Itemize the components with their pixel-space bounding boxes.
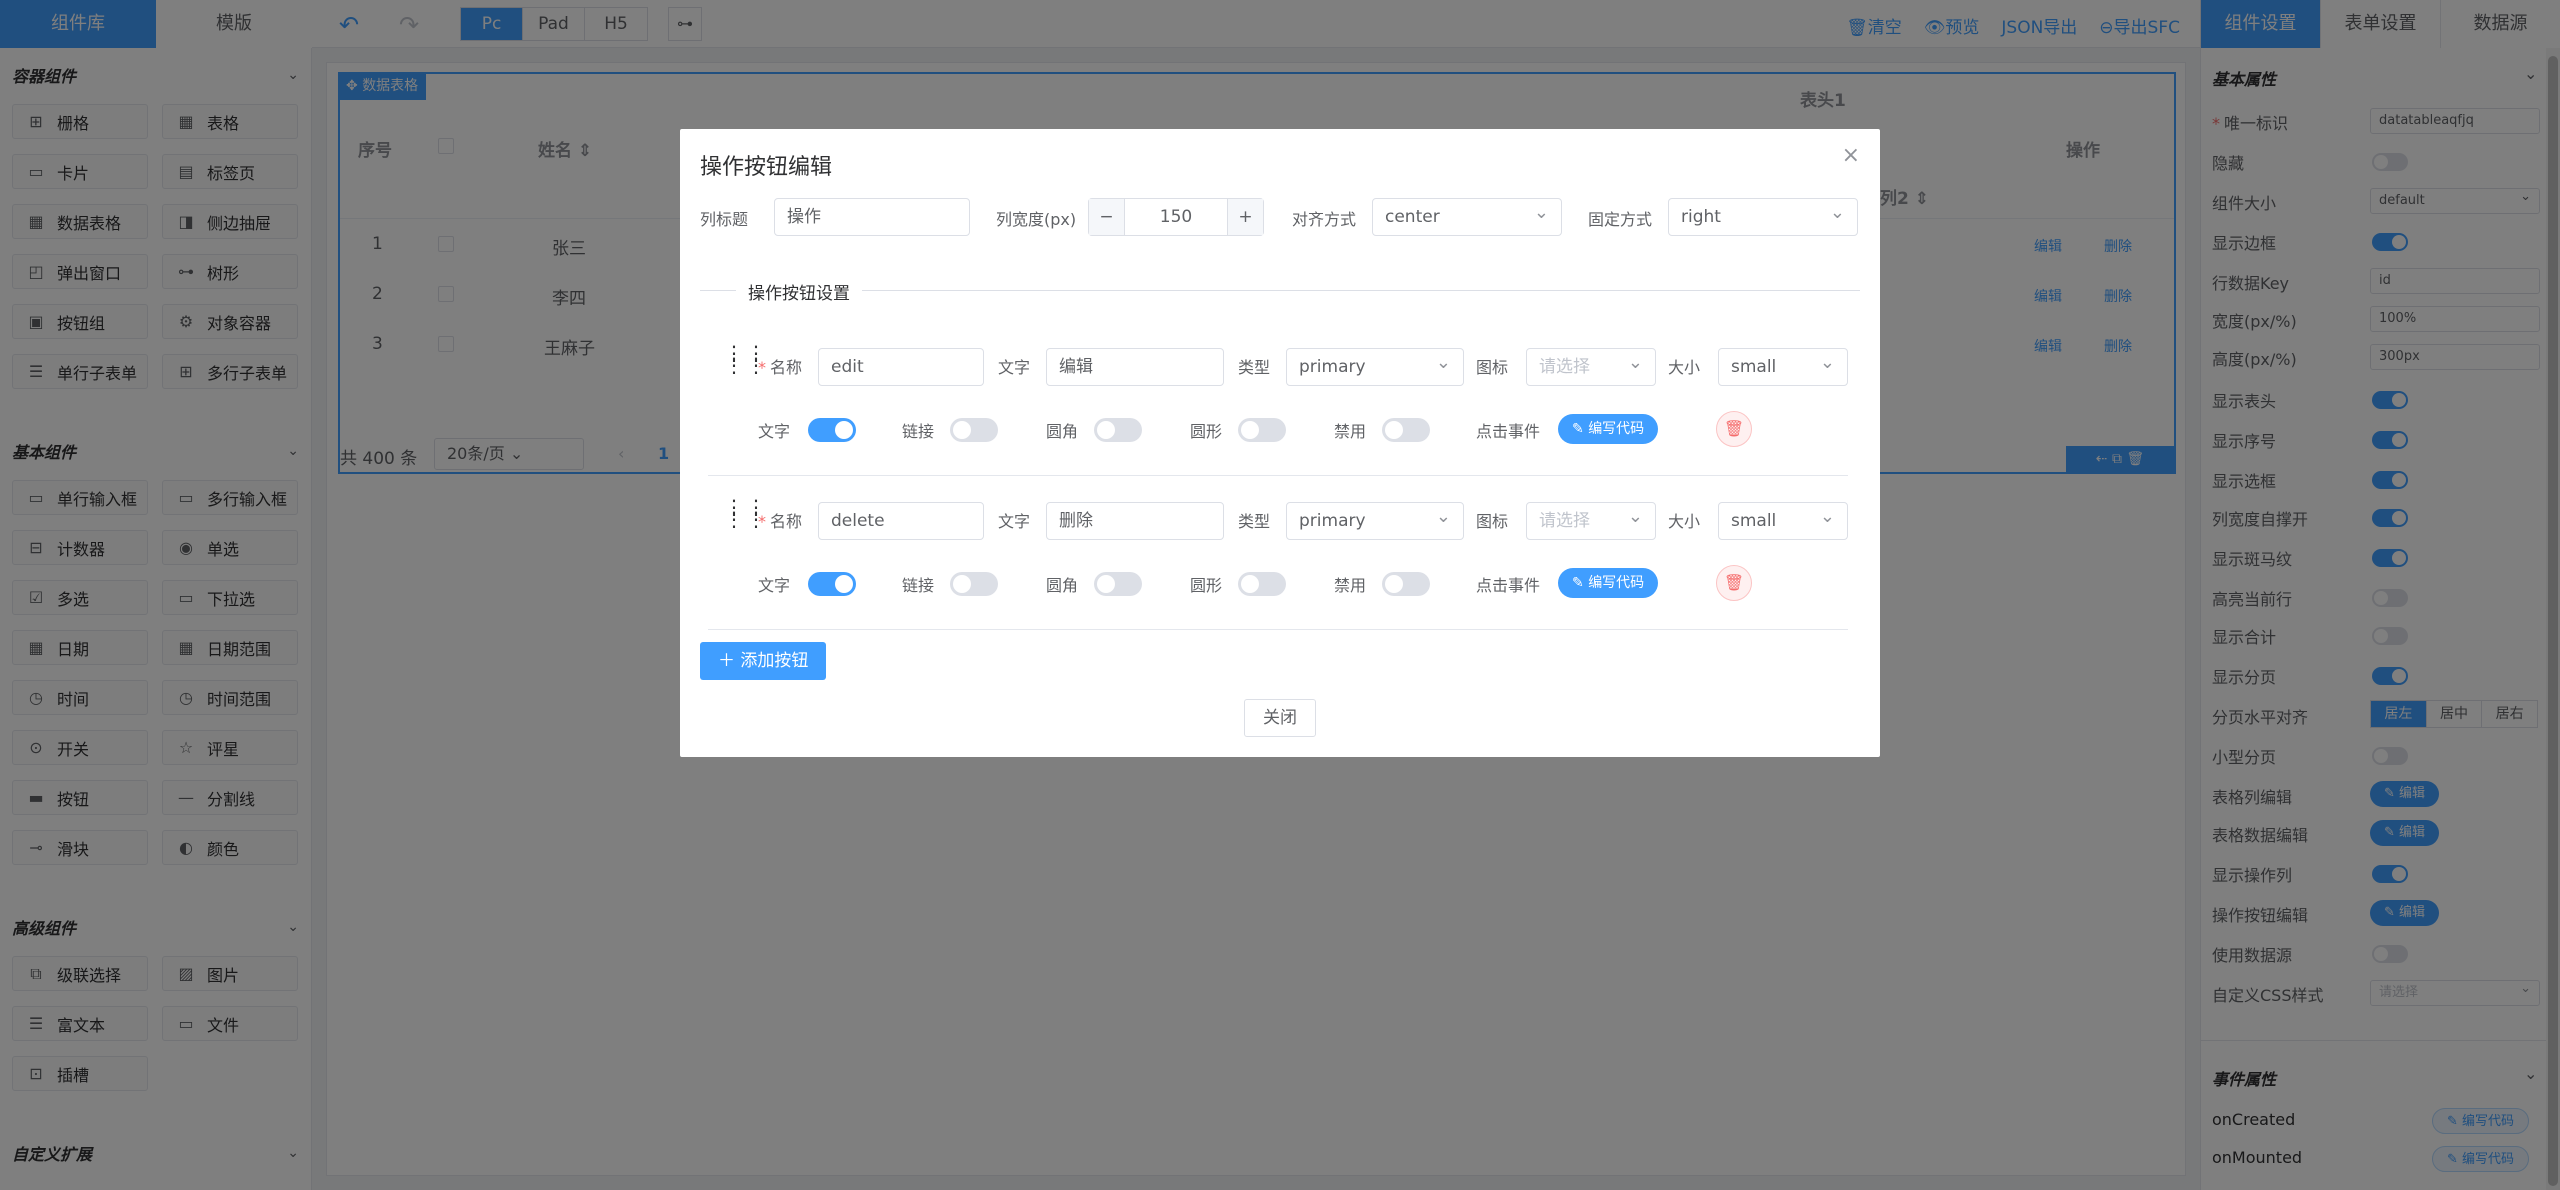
edit-icon: ✎	[1572, 575, 1589, 591]
button-size-select[interactable]: small	[1718, 499, 1848, 540]
write-code-button[interactable]: ✎ 编写代码	[1558, 414, 1659, 444]
drag-handle-icon[interactable]: ⋮⋮ ⋮⋮	[724, 497, 766, 541]
type-label: 类型	[1238, 512, 1271, 531]
button-icon-select[interactable]: 请选择	[1526, 345, 1656, 386]
close-icon[interactable]: ×	[1842, 143, 1860, 168]
align-label: 对齐方式	[1292, 210, 1357, 229]
action-buttons-dialog: 操作按钮编辑 × 列标题 操作 列宽度(px) − 150 + 对齐方式 cen…	[680, 129, 1880, 757]
click-event-label: 点击事件	[1476, 422, 1541, 441]
row-divider	[708, 629, 1848, 630]
text-label: 文字	[998, 358, 1031, 377]
disabled-label: 禁用	[1334, 422, 1367, 441]
add-button[interactable]: ＋ 添加按钮	[700, 642, 827, 680]
button-type-select[interactable]: primary	[1286, 499, 1464, 540]
round-switch[interactable]	[1094, 418, 1142, 442]
link-label: 链接	[902, 422, 935, 441]
button-text-input[interactable]: 编辑	[1046, 348, 1224, 386]
circle-switch[interactable]	[1238, 418, 1286, 442]
button-type-select[interactable]: primary	[1286, 345, 1464, 386]
button-text-input[interactable]: 删除	[1046, 502, 1224, 540]
name-label: * 名称	[758, 358, 803, 377]
column-title-label: 列标题	[700, 210, 749, 229]
delete-button[interactable]: 🗑	[1716, 565, 1752, 601]
column-title-input[interactable]: 操作	[774, 198, 970, 236]
decrease-button[interactable]: −	[1089, 199, 1125, 235]
drag-handle-icon[interactable]: ⋮⋮ ⋮⋮	[724, 343, 766, 387]
click-event-label: 点击事件	[1476, 576, 1541, 595]
link-switch[interactable]	[950, 418, 998, 442]
icon-label: 图标	[1476, 512, 1509, 531]
link-switch[interactable]	[950, 572, 998, 596]
round-label: 圆角	[1046, 576, 1079, 595]
type-label: 类型	[1238, 358, 1271, 377]
button-size-select[interactable]: small	[1718, 345, 1848, 386]
round-switch[interactable]	[1094, 572, 1142, 596]
button-name-input[interactable]: delete	[818, 502, 984, 540]
circle-switch[interactable]	[1238, 572, 1286, 596]
increase-button[interactable]: +	[1227, 199, 1263, 235]
name-label: * 名称	[758, 512, 803, 531]
trash-icon: 🗑	[1723, 573, 1745, 592]
text-switch-label: 文字	[758, 576, 791, 595]
link-label: 链接	[902, 576, 935, 595]
circle-label: 圆形	[1190, 422, 1223, 441]
size-label: 大小	[1668, 358, 1701, 377]
round-label: 圆角	[1046, 422, 1079, 441]
fixed-label: 固定方式	[1588, 210, 1653, 229]
delete-button[interactable]: 🗑	[1716, 411, 1752, 447]
plus-icon: ＋	[718, 651, 741, 671]
write-code-button[interactable]: ✎ 编写代码	[1558, 568, 1659, 598]
disabled-switch[interactable]	[1382, 572, 1430, 596]
text-switch[interactable]	[808, 418, 856, 442]
button-icon-select[interactable]: 请选择	[1526, 499, 1656, 540]
row-divider	[708, 475, 1848, 476]
column-width-label: 列宽度(px)	[996, 210, 1077, 229]
disabled-switch[interactable]	[1382, 418, 1430, 442]
dialog-title: 操作按钮编辑	[700, 155, 833, 180]
text-label: 文字	[998, 512, 1031, 531]
text-switch-label: 文字	[758, 422, 791, 441]
close-button[interactable]: 关闭	[1244, 699, 1316, 737]
size-label: 大小	[1668, 512, 1701, 531]
edit-icon: ✎	[1572, 421, 1589, 437]
settings-divider	[700, 290, 1860, 291]
trash-icon: 🗑	[1723, 419, 1745, 438]
fixed-select[interactable]: right	[1668, 195, 1858, 236]
disabled-label: 禁用	[1334, 576, 1367, 595]
align-select[interactable]: center	[1372, 195, 1562, 236]
button-name-input[interactable]: edit	[818, 348, 984, 386]
circle-label: 圆形	[1190, 576, 1223, 595]
divider-text: 操作按钮设置	[736, 279, 862, 304]
column-width-stepper[interactable]: − 150 +	[1088, 198, 1264, 236]
text-switch[interactable]	[808, 572, 856, 596]
icon-label: 图标	[1476, 358, 1509, 377]
